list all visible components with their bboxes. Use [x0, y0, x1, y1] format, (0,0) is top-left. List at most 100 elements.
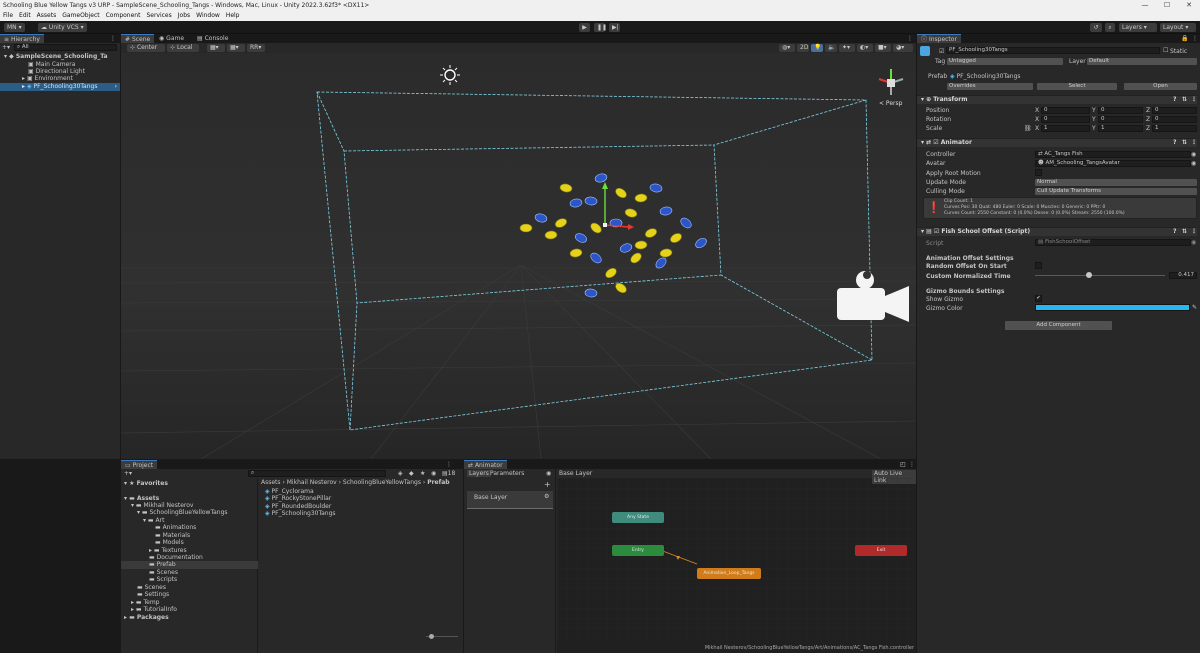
project-search-input[interactable]: ⌕	[248, 470, 386, 477]
layer-breadcrumb[interactable]: Base Layer	[559, 470, 592, 477]
lighting-button[interactable]: 💡	[811, 44, 823, 52]
tree-row[interactable]: ▾ ▬ SchoolingBlueYellowTangs	[121, 509, 228, 517]
select-button[interactable]: Select	[1037, 83, 1117, 90]
layer-dropdown[interactable]: Default	[1087, 58, 1197, 65]
tree-row[interactable]: ▸ ▬ Packages	[121, 614, 169, 622]
preset-icon[interactable]: ⇅	[1182, 139, 1187, 147]
menu-help[interactable]: Help	[223, 11, 243, 21]
menu-file[interactable]: File	[0, 11, 16, 21]
active-checkbox[interactable]: ☑	[939, 48, 944, 55]
add-component-button[interactable]: Add Component	[1005, 321, 1112, 330]
audio-button[interactable]: 🔈	[825, 44, 837, 52]
layout-dropdown[interactable]: Layout ▾	[1160, 23, 1196, 32]
breadcrumb-item[interactable]: SchoolingBlueYellowTangs	[343, 479, 421, 486]
tab-console[interactable]: ▤ Console	[193, 34, 232, 43]
rotation-x-field[interactable]: 0	[1041, 116, 1090, 123]
static-checkbox[interactable]: ☐	[1163, 47, 1168, 54]
custom-time-slider-track[interactable]	[1035, 275, 1165, 276]
breadcrumb-item[interactable]: Prefab	[427, 479, 449, 486]
link-icon[interactable]: ⛓	[1024, 125, 1032, 132]
tab-inspector[interactable]: ⓘ Inspector	[917, 34, 961, 43]
add-button[interactable]: +▾	[2, 44, 12, 51]
parameters-tab[interactable]: Parameters	[490, 470, 524, 477]
maximize-button[interactable]: ☐	[1156, 0, 1178, 11]
scale-y-field[interactable]: 1	[1098, 125, 1143, 132]
list-item[interactable]: ▸ ▣ Environment	[0, 75, 120, 83]
breadcrumb-item[interactable]: Mikhail Nesterov	[287, 479, 337, 486]
vcs-button[interactable]: ☁ Unity VCS ▾	[38, 23, 87, 32]
render-mode-button[interactable]: RR▾	[247, 44, 265, 52]
animator-header[interactable]: ▾ ⇄ ☑ Animator? ⇅ ⋮	[917, 138, 1197, 147]
tab-game[interactable]: ◉ Game	[155, 34, 188, 43]
exit-node[interactable]: Exit	[855, 545, 907, 556]
show-gizmo-checkbox[interactable]: ✔	[1035, 295, 1042, 302]
lock-icon[interactable]: 🔒	[1181, 34, 1188, 43]
tab-project[interactable]: ▭ Project	[121, 460, 158, 469]
gear-icon[interactable]: ⚙	[544, 493, 549, 500]
tree-row[interactable]: ▬ Scripts	[121, 576, 177, 584]
history-button[interactable]: ↺	[1090, 23, 1102, 32]
help-icon[interactable]: ?	[1173, 228, 1176, 236]
tab-hierarchy[interactable]: ≡ Hierarchy	[0, 34, 44, 43]
object-name-field[interactable]: PF_Schooling30Tangs	[946, 47, 1160, 54]
kebab-menu-icon[interactable]: ⋮	[1191, 228, 1197, 236]
play-button[interactable]: ▶	[579, 23, 590, 32]
list-item[interactable]: ▸ ◈ PF_Schooling30Tangs ›	[0, 83, 120, 91]
scene-viewport[interactable]: < Persp	[121, 53, 916, 459]
apply-root-motion-checkbox[interactable]	[1035, 169, 1042, 176]
kebab-menu-icon[interactable]: ⋮	[110, 34, 116, 43]
search-button[interactable]: ⌕	[1105, 23, 1115, 32]
tree-row[interactable]: ▬ Models	[121, 539, 184, 547]
avatar-field[interactable]: ☻ AM_Schooling_TangsAvatar	[1035, 160, 1191, 167]
object-picker-icon[interactable]: ◉	[1191, 151, 1196, 158]
scene-row[interactable]: ▾ ◆ SampleScene_Schooling_Ta	[0, 53, 120, 61]
account-button[interactable]: MN ▾	[4, 23, 25, 32]
layers-dropdown[interactable]: Layers ▾	[1119, 23, 1157, 32]
default-state-node[interactable]: Animation_Loop_Tangs	[697, 568, 761, 579]
enabled-checkbox[interactable]: ☑	[933, 139, 938, 146]
rotation-z-field[interactable]: 0	[1152, 116, 1197, 123]
entry-node[interactable]: Entry	[612, 545, 664, 556]
position-y-field[interactable]: 0	[1098, 107, 1143, 114]
menu-edit[interactable]: Edit	[16, 11, 34, 21]
step-button[interactable]: ▶|	[609, 23, 620, 32]
shading-mode-button[interactable]: ◍▾	[779, 44, 795, 52]
scale-z-field[interactable]: 1	[1152, 125, 1197, 132]
space-dropdown[interactable]: ⊹ Local ▾	[167, 44, 199, 59]
list-item[interactable]: ◈ PF_Schooling30Tangs	[265, 510, 336, 518]
any-state-node[interactable]: Any State	[612, 512, 664, 523]
menu-component[interactable]: Component	[103, 11, 144, 21]
kebab-menu-icon[interactable]: ⋮	[909, 460, 915, 469]
rotation-y-field[interactable]: 0	[1098, 116, 1143, 123]
controller-field[interactable]: ⇄ AC_Tangs Fish	[1035, 151, 1191, 158]
grid-button[interactable]: ▦▾	[227, 44, 245, 52]
preset-icon[interactable]: ⇅	[1182, 96, 1187, 104]
list-item[interactable]: ◈ PF_RockyStonePillar	[265, 495, 331, 503]
kebab-menu-icon[interactable]: ⋮	[1191, 139, 1197, 147]
help-icon[interactable]: ?	[1173, 96, 1176, 104]
snap-button[interactable]: ▦▾	[207, 44, 225, 52]
tag-dropdown[interactable]: Untagged	[947, 58, 1063, 65]
close-button[interactable]: ✕	[1178, 0, 1200, 11]
layers-tab[interactable]: Layers	[467, 470, 491, 477]
menu-assets[interactable]: Assets	[34, 11, 60, 21]
transform-header[interactable]: ▾ ⊕ Transform? ⇅ ⋮	[917, 95, 1197, 104]
pivot-dropdown[interactable]: ⊹ Center ▾	[127, 44, 165, 59]
minimize-button[interactable]: —	[1134, 0, 1156, 11]
position-z-field[interactable]: 0	[1152, 107, 1197, 114]
chevron-right-icon[interactable]: ›	[115, 83, 117, 91]
kebab-menu-icon[interactable]: ⋮	[1191, 96, 1197, 104]
animator-graph[interactable]: Base Layer Auto Live Link Any State Entr…	[557, 469, 916, 653]
tree-row[interactable]: ▬ Prefab	[121, 561, 258, 569]
enabled-checkbox[interactable]: ☑	[934, 228, 939, 235]
menu-window[interactable]: Window	[193, 11, 223, 21]
object-picker-icon[interactable]: ◉	[1191, 160, 1196, 167]
eye-icon[interactable]: ◉	[546, 470, 551, 477]
camera-settings-button[interactable]: ■▾	[875, 44, 891, 52]
tree-row[interactable]: ▬ Settings	[121, 591, 169, 599]
culling-mode-dropdown[interactable]: Cull Update Transforms	[1035, 188, 1197, 195]
menu-jobs[interactable]: Jobs	[175, 11, 193, 21]
base-layer-item[interactable]: Base Layer ⚙	[467, 491, 553, 509]
gizmo-color-swatch[interactable]	[1035, 304, 1190, 311]
custom-time-field[interactable]: 0.417	[1169, 272, 1197, 279]
